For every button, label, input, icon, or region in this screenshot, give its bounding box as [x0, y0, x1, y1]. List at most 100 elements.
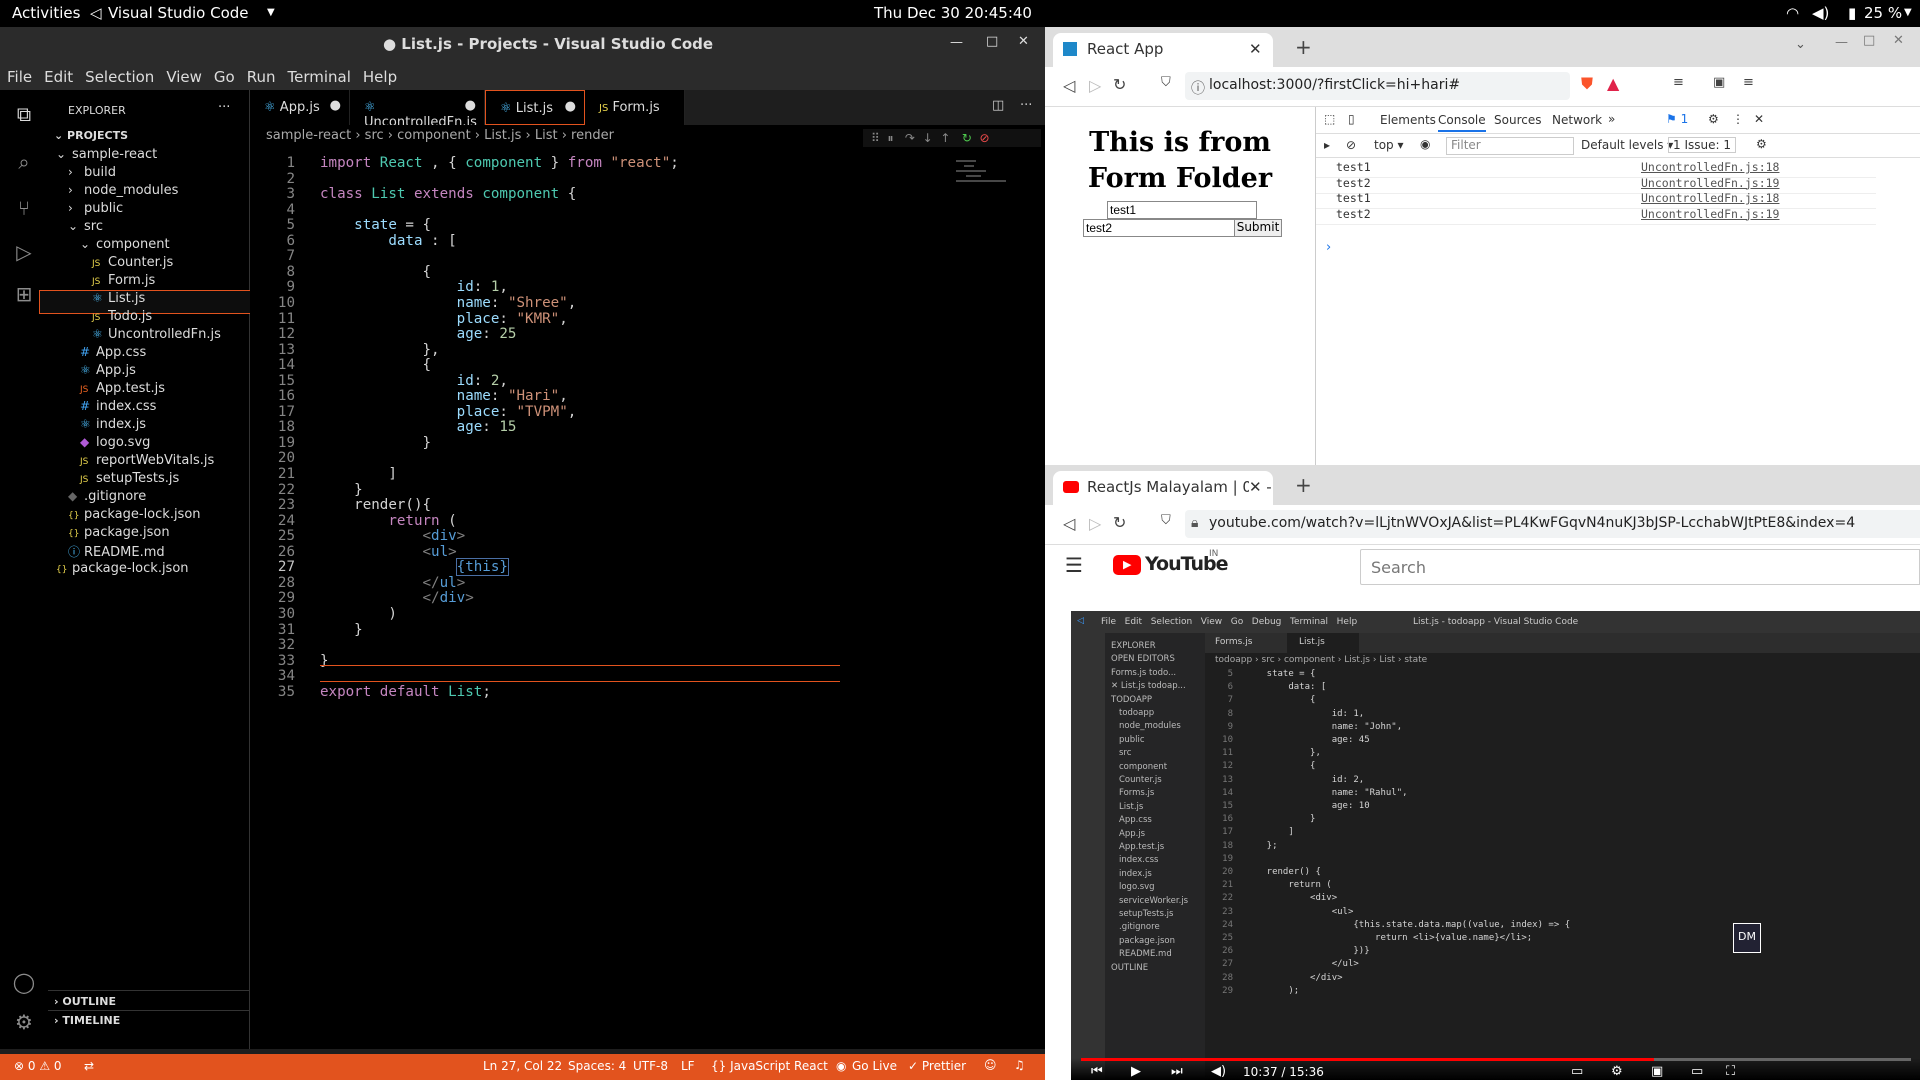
console-source-link[interactable]: UncontrolledFn.js:19 [1641, 207, 1779, 221]
captions-icon[interactable]: ▭ [1571, 1064, 1583, 1079]
brave-rewards-icon[interactable]: ▲ [1607, 74, 1619, 93]
extensions-icon[interactable]: ⊞ [10, 282, 38, 310]
close-tab-icon[interactable]: ✕ [1249, 478, 1262, 496]
tab-sources[interactable]: Sources [1494, 113, 1541, 127]
sidebar-toggle-icon[interactable]: ▸ [1324, 138, 1330, 152]
tab-network[interactable]: Network [1552, 113, 1602, 127]
reload-icon[interactable]: ↻ [1113, 75, 1126, 94]
prettier-button[interactable]: ✓ Prettier [908, 1059, 966, 1073]
tab-app-js[interactable]: ⚛ App.js ● [250, 90, 350, 125]
indentation[interactable]: Spaces: 4 [568, 1059, 626, 1073]
step-out-icon[interactable]: ↑ [940, 131, 950, 145]
hamburger-menu-icon[interactable]: ☰ [1065, 553, 1083, 577]
search-input[interactable]: Search [1360, 549, 1920, 585]
maximize-icon[interactable]: □ [986, 34, 998, 49]
pause-icon[interactable]: ⏸ [887, 131, 893, 145]
console-source-link[interactable]: UncontrolledFn.js:19 [1641, 176, 1779, 190]
go-live-button[interactable]: Go Live [852, 1059, 897, 1073]
issues-badge[interactable]: ⚑ 1 [1666, 112, 1688, 126]
search-icon[interactable]: ⌕ [10, 150, 38, 178]
cursor-position[interactable]: Ln 27, Col 22 [483, 1059, 562, 1073]
step-over-icon[interactable]: ↷ [905, 131, 915, 145]
submit-button[interactable]: Submit [1234, 219, 1282, 237]
youtube-logo-icon[interactable]: ▶ [1113, 555, 1141, 575]
filter-input[interactable]: Filter [1446, 137, 1574, 155]
files-icon[interactable]: ⧉ [10, 102, 38, 130]
line-ending[interactable]: LF [681, 1059, 695, 1073]
split-editor-icon[interactable]: ◫ [992, 98, 1004, 113]
gear-icon[interactable]: ⚙ [1708, 112, 1719, 126]
miniplayer-icon[interactable]: ▣ [1651, 1064, 1663, 1079]
tab-react-app[interactable]: React App ✕ [1053, 33, 1273, 67]
more-actions-icon[interactable]: ··· [218, 100, 230, 122]
source-control-icon[interactable]: ⑂ [10, 196, 38, 224]
console-source-link[interactable]: UncontrolledFn.js:18 [1641, 160, 1779, 174]
live-expression-icon[interactable]: ◉ [1420, 137, 1430, 151]
forward-icon[interactable]: ▷ [1089, 76, 1101, 95]
close-icon[interactable]: ✕ [1018, 34, 1029, 49]
bookmark-icon[interactable]: ⛉ [1161, 75, 1171, 90]
console-source-link[interactable]: UncontrolledFn.js:18 [1641, 191, 1779, 205]
theater-mode-icon[interactable]: ▭ [1691, 1064, 1703, 1079]
minimap[interactable] [956, 157, 1016, 217]
menu-run[interactable]: Run [240, 62, 281, 86]
new-tab-icon[interactable]: + [1295, 35, 1312, 59]
new-tab-icon[interactable]: + [1295, 473, 1312, 497]
menu-go[interactable]: Go [207, 62, 240, 86]
encoding[interactable]: UTF-8 [633, 1059, 668, 1073]
file-item[interactable]: {} package-lock.json [56, 561, 244, 583]
menu-icon[interactable]: ≡ [1743, 75, 1754, 90]
fullscreen-icon[interactable]: ⛶ [1726, 1064, 1735, 1079]
code-editor[interactable]: 1 import React , { component } from "reac… [250, 147, 1045, 1049]
menu-selection[interactable]: Selection [78, 62, 159, 86]
context-select[interactable]: top ▾ [1374, 138, 1404, 152]
minimize-icon[interactable]: — [1835, 35, 1848, 50]
app-menu[interactable]: Visual Studio Code [108, 4, 249, 22]
console-settings-icon[interactable]: ⚙ [1756, 137, 1767, 151]
menu-edit[interactable]: Edit [37, 62, 78, 86]
menu-view[interactable]: View [159, 62, 207, 86]
form-input-2[interactable] [1083, 219, 1235, 237]
reload-icon[interactable]: ↻ [1113, 513, 1126, 532]
more-tabs-icon[interactable]: » [1608, 112, 1615, 126]
play-icon[interactable]: ▶ [1131, 1064, 1141, 1079]
clear-console-icon[interactable]: ⊘ [1346, 138, 1356, 152]
step-into-icon[interactable]: ↓ [923, 131, 933, 145]
battery-icon[interactable]: ▮ [1848, 4, 1856, 22]
back-icon[interactable]: ◁ [1063, 514, 1075, 533]
playlist-icon[interactable]: ≡ [1673, 75, 1684, 90]
live-share-icon[interactable]: ⇄ [84, 1059, 94, 1073]
progress-track[interactable] [1081, 1058, 1911, 1061]
problems-indicator[interactable]: ⊗ 0 ⚠ 0 [14, 1059, 62, 1073]
log-levels-select[interactable]: Default levels ▾ [1581, 138, 1673, 152]
minimize-icon[interactable]: — [950, 35, 963, 50]
tab-search-icon[interactable]: ⌄ [1795, 37, 1806, 52]
notifications-icon[interactable]: ♫ [1014, 1058, 1025, 1072]
volume-icon[interactable]: ◀) [1812, 4, 1829, 22]
tab-list-js[interactable]: ⚛ List.js ● [485, 90, 585, 125]
more-actions-icon[interactable]: ··· [1020, 98, 1032, 113]
activities-button[interactable]: Activities [12, 4, 80, 22]
inspect-icon[interactable]: ⬚ [1324, 112, 1335, 126]
issues-button[interactable]: 1 Issue: 1 [1668, 137, 1736, 153]
maximize-icon[interactable]: □ [1863, 33, 1875, 48]
settings-icon[interactable]: ⚙ [1611, 1064, 1623, 1079]
back-icon[interactable]: ◁ [1063, 76, 1075, 95]
menu-file[interactable]: File [0, 62, 37, 86]
disconnect-icon[interactable]: ⊘ [980, 131, 990, 145]
tab-elements[interactable]: Elements [1380, 113, 1436, 127]
address-bar[interactable]: ⓘ localhost:3000/?firstClick=hi+hari# [1185, 72, 1570, 100]
language-mode[interactable]: {} JavaScript React [711, 1059, 828, 1073]
close-icon[interactable]: ✕ [1893, 33, 1904, 48]
device-toolbar-icon[interactable]: ▯ [1348, 112, 1355, 126]
tab-youtube[interactable]: ReactJs Malayalam | 04 - L ✕ [1053, 471, 1273, 505]
feedback-icon[interactable]: ☺ [984, 1058, 997, 1072]
tab-form-js[interactable]: JS Form.js [585, 90, 685, 125]
console-prompt-icon[interactable]: › [1326, 240, 1331, 255]
brave-shields-icon[interactable]: ⛊ [1581, 74, 1593, 94]
address-bar[interactable]: 🔒︎ youtube.com/watch?v=lLjtnWVOxJA&list=P… [1185, 510, 1920, 538]
gear-icon[interactable]: ⚙ [10, 1010, 38, 1038]
close-tab-icon[interactable]: ✕ [1249, 40, 1262, 58]
kebab-menu-icon[interactable]: ⋮ [1732, 112, 1744, 126]
outline-section[interactable]: › OUTLINE [48, 990, 249, 1012]
